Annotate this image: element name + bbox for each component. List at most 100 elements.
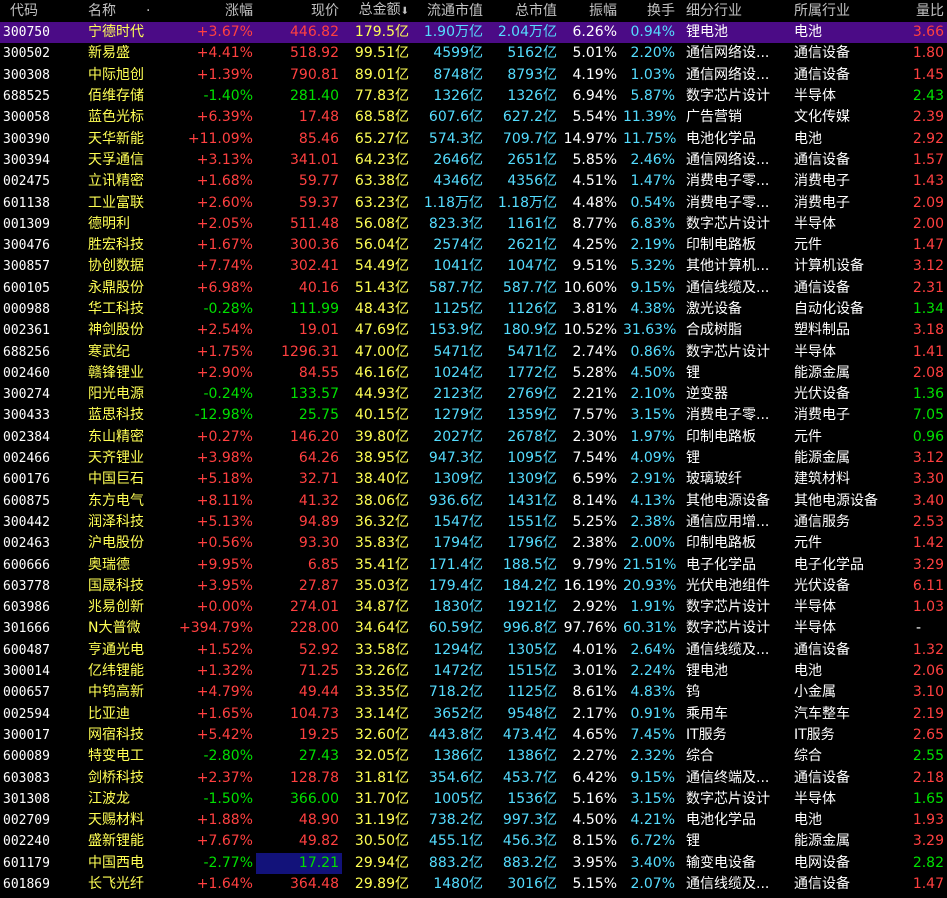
cell-price: 790.81 (290, 66, 339, 83)
col-header-amount[interactable]: 总金额⬇ (342, 0, 412, 22)
table-row[interactable]: 300274 阳光电源 -0.24% 133.57 44.93亿 2123亿 2769亿 2.… (0, 384, 947, 405)
col-header-industry[interactable]: 所属行业 (786, 0, 890, 22)
table-row[interactable]: 002475 立讯精密 +1.68% 59.77 63.38亿 4346亿 4356亿 4.5… (0, 171, 947, 192)
cell-total-cap: 587.7亿 (502, 279, 557, 296)
table-row[interactable]: 600176 中国巨石 +5.18% 32.71 38.40亿 1309亿 1309亿 6.5… (0, 469, 947, 490)
table-row[interactable]: 002594 比亚迪 +1.65% 104.73 33.14亿 3652亿 9548亿 2.1… (0, 704, 947, 725)
cell-float-cap: 936.6亿 (428, 492, 483, 509)
table-row[interactable]: 688256 寒武纪 +1.75% 1296.31 47.00亿 5471亿 5471亿 2.… (0, 341, 947, 362)
cell-change: -0.28% (203, 301, 253, 317)
col-header-volume-ratio[interactable]: 量比 (890, 0, 947, 22)
table-row[interactable]: 601179 中国西电 -2.77% 17.21 29.94亿 883.2亿 883.2亿 3… (0, 852, 947, 874)
cell-price: 40.16 (298, 279, 339, 296)
cell-change: +7.67% (196, 833, 253, 850)
col-header-code[interactable]: 代码 (0, 0, 72, 22)
cell-turnover: 6.72% (630, 833, 675, 850)
table-row[interactable]: 002466 天齐锂业 +3.98% 64.26 38.95亿 947.3亿 1095亿 7.… (0, 448, 947, 469)
table-row[interactable]: 002709 天赐材料 +1.88% 48.90 31.19亿 738.2亿 997.3亿 4… (0, 810, 947, 831)
cell-turnover: 11.39% (623, 109, 677, 126)
cell-name: 江波龙 (88, 790, 130, 807)
table-row[interactable]: 600666 奥瑞德 +9.95% 6.85 35.41亿 171.4亿 188.5亿 9.7… (0, 554, 947, 575)
col-header-total-cap[interactable]: 总市值 (486, 0, 560, 22)
table-row[interactable]: 002460 赣锋锂业 +2.90% 84.55 46.16亿 1024亿 1772亿 5.2… (0, 363, 947, 384)
cell-turnover: 4.21% (630, 812, 675, 829)
cell-price: 341.01 (290, 151, 339, 168)
cell-amplitude: 16.19% (563, 577, 617, 594)
cell-turnover: 4.83% (630, 684, 675, 701)
cell-amount: 40.15亿 (354, 407, 409, 424)
table-row[interactable]: 300433 蓝思科技 -12.98% 25.75 40.15亿 1279亿 1359亿 7.… (0, 405, 947, 426)
col-header-price[interactable]: 现价 (256, 0, 342, 22)
table-row[interactable]: 001309 德明利 +2.05% 511.48 56.08亿 823.3亿 1161亿 8.… (0, 214, 947, 235)
cell-code: 600105 (3, 280, 50, 296)
cell-volume-ratio: 2.43 (912, 88, 944, 105)
table-row[interactable]: 002463 沪电股份 +0.56% 93.30 35.83亿 1794亿 1796亿 2.3… (0, 533, 947, 554)
table-row[interactable]: 600089 特变电工 -2.80% 27.43 32.05亿 1386亿 1386亿 2.2… (0, 746, 947, 767)
table-row[interactable]: 002361 神剑股份 +2.54% 19.01 47.69亿 153.9亿 180.9亿 1… (0, 320, 947, 341)
cell-industry: 能源金属 (794, 450, 850, 467)
col-header-change[interactable]: 涨幅 (176, 0, 256, 22)
cell-name: 亨通光电 (88, 641, 144, 658)
cell-code: 300390 (3, 131, 50, 147)
cell-amount: 29.94亿 (354, 854, 409, 871)
table-row[interactable]: 002384 东山精密 +0.27% 146.20 39.80亿 2027亿 2678亿 2.… (0, 427, 947, 448)
cell-code: 002384 (3, 429, 50, 445)
cell-change: +2.54% (196, 322, 253, 339)
table-row[interactable]: 300390 天华新能 +11.09% 85.46 65.27亿 574.3亿 709.7亿… (0, 128, 947, 149)
table-row[interactable]: 600105 永鼎股份 +6.98% 40.16 51.43亿 587.7亿 587.7亿 1… (0, 278, 947, 299)
cell-industry: 能源金属 (794, 833, 850, 850)
table-row[interactable]: 300857 协创数据 +7.74% 302.41 54.49亿 1041亿 1047亿 9.… (0, 256, 947, 277)
col-header-turnover[interactable]: 换手 (620, 0, 678, 22)
table-row[interactable]: 603778 国晟科技 +3.95% 27.87 35.03亿 179.4亿 184.2亿 1… (0, 576, 947, 597)
cell-change: +4.79% (196, 684, 253, 701)
table-row[interactable]: 300442 润泽科技 +5.13% 94.89 36.32亿 1547亿 1551亿 5.2… (0, 512, 947, 533)
col-header-name[interactable]: 名称 · (72, 0, 176, 22)
col-header-sub-industry[interactable]: 细分行业 (678, 0, 786, 22)
cell-turnover: 4.09% (630, 450, 675, 467)
cell-float-cap: 5471亿 (433, 343, 483, 360)
table-row[interactable]: 000657 中钨高新 +4.79% 49.44 33.35亿 718.2亿 1125亿 8.… (0, 682, 947, 703)
table-row[interactable]: 300017 网宿科技 +5.42% 19.25 32.60亿 443.8亿 473.4亿 4… (0, 725, 947, 746)
cell-name: 赣锋锂业 (88, 364, 144, 381)
cell-code: 300058 (3, 110, 50, 126)
table-row[interactable]: 601138 工业富联 +2.60% 59.37 63.23亿 1.18万亿 1.18万亿 4… (0, 192, 947, 213)
cell-amount: 34.87亿 (354, 599, 409, 616)
col-header-float-cap[interactable]: 流通市值 (412, 0, 486, 22)
cell-sub-industry: 乘用车 (686, 705, 728, 722)
table-row[interactable]: 000988 华工科技 -0.28% 111.99 48.43亿 1125亿 1126亿 3.… (0, 299, 947, 320)
table-row[interactable]: 300750 宁德时代 +3.67% 446.82 179.5亿 1.90万亿 2.04万亿… (0, 22, 947, 44)
cell-name: 长飞光纤 (88, 876, 144, 893)
table-row[interactable]: 600487 亨通光电 +1.52% 52.92 33.58亿 1294亿 1305亿 4.0… (0, 640, 947, 661)
table-row[interactable]: 301308 江波龙 -1.50% 366.00 31.70亿 1005亿 1536亿 5.1… (0, 789, 947, 810)
table-row[interactable]: 601869 长飞光纤 +1.64% 364.48 29.89亿 1480亿 3016亿 5.… (0, 874, 947, 895)
col-header-amplitude[interactable]: 振幅 (560, 0, 620, 22)
cell-industry: 通信设备 (794, 66, 850, 83)
table-row[interactable]: 301666 N大普微 +394.79% 228.00 34.64亿 60.59亿 996.… (0, 618, 947, 639)
table-row[interactable]: 603986 兆易创新 +0.00% 274.01 34.87亿 1830亿 1921亿 2.… (0, 597, 947, 618)
table-row[interactable]: 688525 佰维存储 -1.40% 281.40 77.83亿 1326亿 1326亿 6.… (0, 86, 947, 107)
cell-code: 601869 (3, 877, 50, 893)
table-row[interactable]: 300394 天孚通信 +3.13% 341.01 64.23亿 2646亿 2651亿 5.… (0, 150, 947, 171)
cell-price: 146.20 (290, 428, 339, 445)
table-row[interactable]: 603083 剑桥科技 +2.37% 128.78 31.81亿 354.6亿 453.7亿… (0, 767, 947, 788)
table-row[interactable]: 600875 东方电气 +8.11% 41.32 38.06亿 936.6亿 1431亿 8.… (0, 491, 947, 512)
cell-turnover: 4.13% (630, 492, 675, 509)
cell-name: 中钨高新 (88, 684, 144, 701)
cell-name: 东方电气 (88, 492, 144, 509)
cell-name: 胜宏科技 (88, 237, 144, 254)
table-row[interactable]: 300476 胜宏科技 +1.67% 300.36 56.04亿 2574亿 2621亿 4.… (0, 235, 947, 256)
cell-code: 002466 (3, 451, 50, 467)
cell-amount: 31.81亿 (354, 769, 409, 786)
table-row[interactable]: 002240 盛新锂能 +7.67% 49.82 30.50亿 455.1亿 456.3亿 8… (0, 831, 947, 852)
cell-amount: 46.16亿 (354, 364, 409, 381)
table-row[interactable]: 300058 蓝色光标 +6.39% 17.48 68.58亿 607.6亿 627.2亿 5… (0, 107, 947, 128)
cell-change: +4.41% (196, 45, 253, 62)
table-row[interactable]: 300014 亿纬锂能 +1.32% 71.25 33.26亿 1472亿 1515亿 3.0… (0, 661, 947, 682)
cell-sub-industry: 其他计算机... (686, 258, 770, 275)
cell-volume-ratio: 2.19 (912, 705, 944, 722)
cell-amplitude: 8.77% (572, 215, 617, 232)
cell-float-cap: 1.18万亿 (423, 194, 483, 211)
cell-code: 603778 (3, 578, 50, 594)
table-row[interactable]: 300308 中际旭创 +1.39% 790.81 89.01亿 8748亿 8793亿 4.… (0, 65, 947, 86)
table-row[interactable]: 300502 新易盛 +4.41% 518.92 99.51亿 4599亿 5162亿 5.0… (0, 43, 947, 64)
